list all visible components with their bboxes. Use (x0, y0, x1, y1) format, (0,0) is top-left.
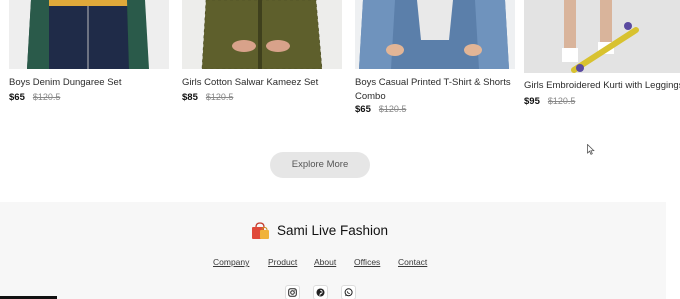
product-price: $95 (524, 96, 540, 107)
product-name[interactable]: Boys Denim Dungaree Set (9, 76, 121, 89)
product-image[interactable] (9, 0, 169, 69)
pinterest-icon[interactable] (313, 285, 328, 299)
product-name-line: Combo (355, 91, 386, 102)
footer-brand[interactable]: Sami Live Fashion (251, 222, 388, 240)
footer-link-about[interactable]: About (314, 257, 336, 267)
brand-name: Sami Live Fashion (277, 223, 389, 238)
product-old-price: $120.5 (547, 96, 576, 106)
footer-link-offices[interactable]: Offices (354, 257, 380, 267)
instagram-icon[interactable] (285, 285, 300, 299)
product-name[interactable]: Boys Casual Printed T-Shirt & Shorts Com… (355, 76, 511, 103)
footer: Sami Live Fashion Company Product About … (0, 202, 666, 299)
product-image[interactable] (182, 0, 342, 69)
price-row: $85 $120.5 (182, 92, 233, 103)
product-image[interactable] (524, 0, 680, 73)
shopping-bag-icon (251, 222, 270, 240)
product-image[interactable] (355, 0, 515, 69)
footer-link-company[interactable]: Company (213, 257, 249, 267)
whatsapp-icon[interactable] (341, 285, 356, 299)
price-row: $65 $120.5 (355, 104, 406, 115)
product-name[interactable]: Girls Cotton Salwar Kameez Set (182, 76, 318, 89)
footer-link-product[interactable]: Product (268, 257, 297, 267)
footer-link-contact[interactable]: Contact (398, 257, 427, 267)
product-price: $65 (355, 104, 371, 115)
product-name[interactable]: Girls Embroidered Kurti with Leggings (524, 79, 680, 92)
product-old-price: $120.5 (378, 104, 407, 114)
explore-more-button[interactable]: Explore More (270, 152, 370, 178)
price-row: $65 $120.5 (9, 92, 60, 103)
product-price: $65 (9, 92, 25, 103)
mouse-cursor-icon (587, 144, 595, 155)
product-name-line: Boys Casual Printed T-Shirt & Shorts (355, 77, 511, 88)
price-row: $95 $120.5 (524, 96, 575, 107)
product-old-price: $120.5 (32, 92, 61, 102)
product-price: $85 (182, 92, 198, 103)
product-old-price: $120.5 (205, 92, 234, 102)
